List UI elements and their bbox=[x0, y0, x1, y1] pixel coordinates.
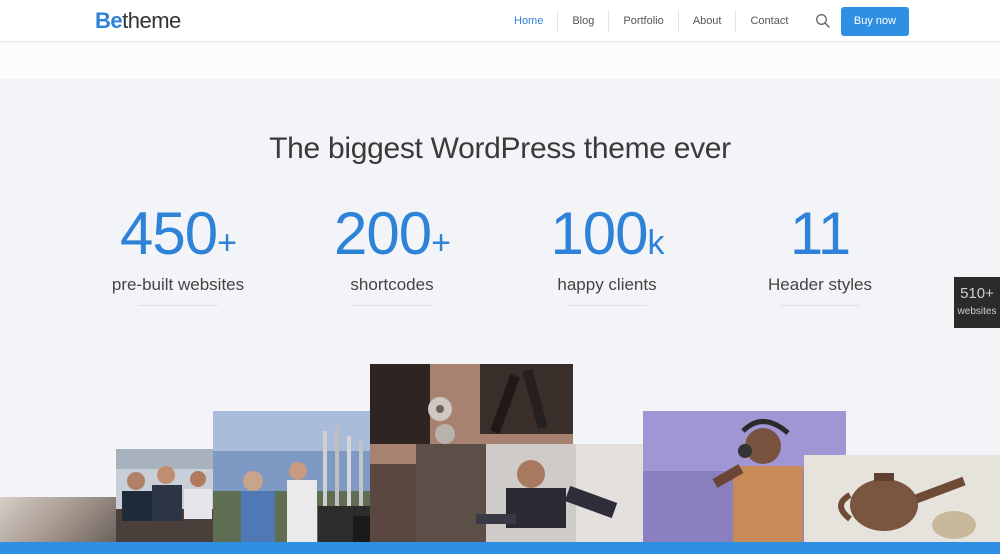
collage-photo-meeting bbox=[116, 449, 214, 542]
stat-number: 11 bbox=[720, 198, 920, 279]
stat-label: pre-built websites bbox=[111, 275, 245, 294]
divider bbox=[567, 305, 647, 306]
stat-label: Header styles bbox=[768, 275, 872, 294]
nav-item-home[interactable]: Home bbox=[500, 10, 559, 32]
stat-value: 11 bbox=[789, 200, 851, 267]
nav-item-portfolio[interactable]: Portfolio bbox=[609, 10, 679, 32]
logo[interactable]: Betheme bbox=[95, 8, 181, 34]
collage-photo-left bbox=[0, 497, 116, 542]
divider bbox=[780, 305, 860, 306]
stat-number: 100k bbox=[507, 198, 707, 279]
stat-suffix: k bbox=[647, 224, 665, 262]
stat-suffix: + bbox=[217, 224, 237, 262]
stat-number: 200+ bbox=[292, 198, 492, 279]
side-websites-badge[interactable]: 510+ websites bbox=[954, 277, 1000, 328]
stat-clients: 100k happy clients bbox=[507, 198, 707, 306]
stat-number: 450+ bbox=[78, 198, 278, 279]
badge-number: 510+ bbox=[960, 285, 994, 302]
stat-websites: 450+ pre-built websites bbox=[78, 198, 278, 306]
page-title: The biggest WordPress theme ever bbox=[269, 132, 731, 165]
collage-photo-teapot bbox=[804, 455, 1000, 542]
stat-header-styles: 11 Header styles bbox=[720, 198, 920, 306]
nav-item-blog[interactable]: Blog bbox=[558, 10, 610, 32]
stat-value: 450 bbox=[120, 200, 218, 267]
nav-item-contact[interactable]: Contact bbox=[736, 10, 802, 32]
logo-theme: theme bbox=[122, 8, 181, 33]
stat-label: happy clients bbox=[557, 275, 657, 294]
stat-value: 200 bbox=[334, 200, 432, 267]
stat-suffix: + bbox=[431, 224, 451, 262]
buy-now-button[interactable]: Buy now bbox=[841, 7, 909, 36]
site-header: Betheme Home Blog Portfolio About Contac… bbox=[0, 0, 1000, 42]
badge-label: websites bbox=[957, 306, 997, 317]
stat-shortcodes: 200+ shortcodes bbox=[292, 198, 492, 306]
main-nav: Home Blog Portfolio About Contact bbox=[500, 10, 802, 32]
bottom-accent-bar bbox=[0, 542, 1000, 554]
nav-item-about[interactable]: About bbox=[679, 10, 737, 32]
search-icon[interactable] bbox=[815, 13, 831, 29]
divider bbox=[352, 305, 432, 306]
stat-label: shortcodes bbox=[350, 275, 434, 294]
stat-value: 100 bbox=[550, 200, 648, 267]
collage-photo-person bbox=[416, 444, 644, 542]
subheader-bar bbox=[0, 43, 1000, 79]
logo-be: Be bbox=[95, 8, 123, 33]
divider bbox=[138, 305, 218, 306]
